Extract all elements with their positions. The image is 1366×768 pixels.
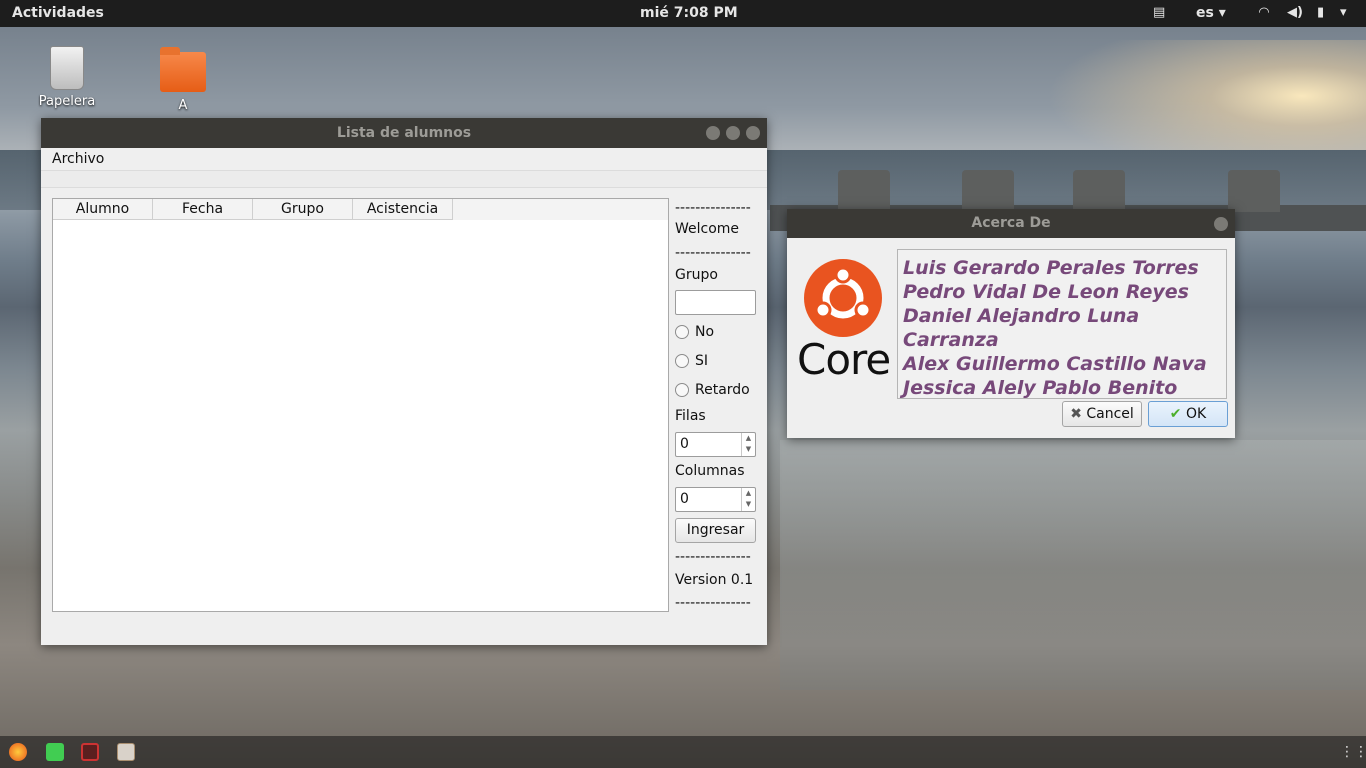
- ubuntu-logo-icon: [804, 259, 882, 337]
- radio-retardo[interactable]: Retardo: [675, 382, 750, 398]
- cancel-icon: ✖: [1070, 406, 1082, 422]
- cancel-label: Cancel: [1086, 406, 1134, 422]
- credits-list: Luis Gerardo Perales Torres Pedro Vidal …: [897, 249, 1227, 399]
- grupo-label: Grupo: [675, 267, 718, 283]
- maximize-icon[interactable]: [726, 126, 740, 140]
- trash-icon: [50, 46, 84, 90]
- minimize-icon[interactable]: [706, 126, 720, 140]
- filas-label: Filas: [675, 408, 706, 424]
- close-icon[interactable]: [746, 126, 760, 140]
- credit-line: Pedro Vidal De Leon Reyes: [903, 281, 1189, 303]
- columnas-label: Columnas: [675, 463, 745, 479]
- check-icon: ✔: [1169, 406, 1182, 422]
- filas-spinbox[interactable]: 0 ▲ ▼: [675, 432, 756, 457]
- credit-line: Alex Guillermo Castillo Nava: [903, 353, 1207, 375]
- dialog-title: Acerca De: [971, 215, 1051, 231]
- separator: ---------------: [675, 200, 751, 216]
- ok-button[interactable]: ✔ OK: [1148, 401, 1228, 427]
- ok-label: OK: [1185, 406, 1207, 422]
- power-menu-icon[interactable]: ▾: [1340, 5, 1347, 20]
- dock: ⋮⋮: [0, 736, 1366, 768]
- wallpaper-pool: [780, 440, 1366, 690]
- menu-bar: Archivo: [41, 148, 767, 170]
- activities-button[interactable]: Actividades: [12, 5, 104, 21]
- window-titlebar[interactable]: Lista de alumnos: [41, 118, 767, 148]
- language-selector[interactable]: es ▾: [1196, 5, 1226, 21]
- radio-label: Retardo: [695, 382, 750, 398]
- column-header-alumno[interactable]: Alumno: [53, 199, 153, 220]
- radio-circle[interactable]: [675, 354, 689, 368]
- separator: ---------------: [675, 549, 751, 565]
- app-icon[interactable]: [117, 743, 135, 761]
- menu-archivo[interactable]: Archivo: [52, 151, 104, 167]
- volume-icon[interactable]: ◀): [1287, 5, 1303, 20]
- logo-text: Core: [797, 335, 891, 384]
- wifi-icon[interactable]: ◠: [1259, 5, 1269, 20]
- terminal-icon[interactable]: [81, 743, 99, 761]
- radio-circle[interactable]: [675, 383, 689, 397]
- welcome-label: Welcome: [675, 221, 740, 237]
- desktop-icon-label: Papelera: [38, 94, 96, 109]
- columnas-spinbox[interactable]: 0 ▲ ▼: [675, 487, 756, 512]
- radio-label: SI: [695, 353, 709, 369]
- spin-arrows-icon[interactable]: ▲ ▼: [741, 433, 755, 456]
- credit-line: Daniel Alejandro Luna Carranza: [903, 305, 1140, 351]
- separator: ---------------: [675, 245, 751, 261]
- version-label: Version 0.1: [675, 572, 754, 588]
- spin-arrows-icon[interactable]: ▲ ▼: [741, 488, 755, 511]
- desktop-icon-trash[interactable]: Papelera: [27, 46, 107, 109]
- about-dialog: Acerca De Core Luis Gerardo Perales Torr…: [787, 209, 1235, 438]
- toolbar: [41, 170, 767, 188]
- credit-line: Luis Gerardo Perales Torres: [903, 257, 1199, 279]
- top-bar: Actividades mié 7:08 PM ▤ es ▾ ◠ ◀) ▮ ▾: [0, 0, 1366, 27]
- wallpaper-rock: [962, 170, 1014, 212]
- radio-label: No: [695, 324, 715, 340]
- main-window: Lista de alumnos Archivo Alumno Fecha Gr…: [41, 118, 767, 645]
- column-header-acistencia[interactable]: Acistencia: [353, 199, 453, 220]
- wallpaper-rock: [1073, 170, 1125, 212]
- grupo-input[interactable]: [675, 290, 756, 315]
- students-table[interactable]: Alumno Fecha Grupo Acistencia: [52, 198, 669, 612]
- close-icon[interactable]: [1214, 217, 1228, 231]
- wallpaper-rock: [838, 170, 890, 212]
- wallpaper-rock: [1228, 170, 1280, 212]
- dialog-titlebar[interactable]: Acerca De: [787, 209, 1235, 238]
- window-title: Lista de alumnos: [336, 125, 472, 141]
- cancel-button[interactable]: ✖ Cancel: [1062, 401, 1142, 427]
- battery-icon[interactable]: ▮: [1317, 5, 1324, 20]
- column-header-grupo[interactable]: Grupo: [253, 199, 353, 220]
- separator: ---------------: [675, 595, 751, 611]
- ingresar-button[interactable]: Ingresar: [675, 518, 756, 543]
- firefox-icon[interactable]: [9, 743, 27, 761]
- apps-grid-icon[interactable]: ⋮⋮: [1340, 743, 1366, 761]
- credit-line: Jessica Alely Pablo Benito: [903, 377, 1178, 399]
- desktop-icon-label: A: [178, 98, 188, 113]
- radio-no[interactable]: No: [675, 324, 714, 340]
- filas-value: 0: [680, 436, 689, 452]
- table-header: Alumno Fecha Grupo Acistencia: [53, 199, 668, 220]
- qt-creator-icon[interactable]: [46, 743, 64, 761]
- clock[interactable]: mié 7:08 PM: [640, 5, 738, 21]
- columnas-value: 0: [680, 491, 689, 507]
- radio-si[interactable]: SI: [675, 353, 708, 369]
- column-header-fecha[interactable]: Fecha: [153, 199, 253, 220]
- folder-icon: [160, 47, 206, 92]
- radio-circle[interactable]: [675, 325, 689, 339]
- screen-icon[interactable]: ▤: [1153, 5, 1165, 20]
- desktop-icon-folder[interactable]: A: [143, 47, 223, 113]
